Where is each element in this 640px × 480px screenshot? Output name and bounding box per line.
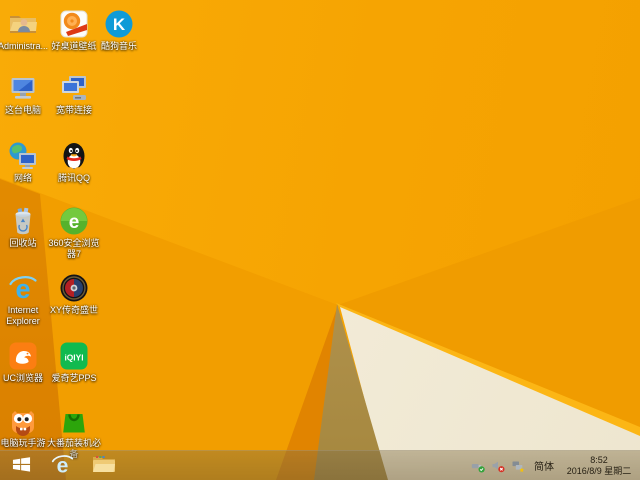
kugou-letter: K bbox=[113, 15, 126, 34]
desktop-icon-iqiyi-pps[interactable]: iQIYI 爱奇艺PPS bbox=[47, 340, 101, 384]
desktop-icon-broadband-connection[interactable]: 宽带连接 bbox=[47, 72, 101, 116]
uc-browser-icon bbox=[7, 340, 39, 372]
kugou-music-icon: K bbox=[103, 8, 135, 40]
icon-label: XY传奇盛世 bbox=[49, 305, 98, 315]
desktop-icon-administrator-folder[interactable]: Administra... bbox=[0, 8, 50, 52]
desktop-icon-360-browser[interactable]: e 360安全浏览器7 bbox=[47, 205, 101, 260]
clock-date: 2016/8/9 星期二 bbox=[566, 465, 632, 476]
icon-label: UC浏览器 bbox=[3, 373, 43, 383]
desktop-icon-uc-browser[interactable]: UC浏览器 bbox=[0, 340, 50, 384]
desktop-icon-tencent-qq[interactable]: 腾讯QQ bbox=[47, 140, 101, 184]
usb-safely-remove-icon[interactable] bbox=[471, 459, 485, 473]
wallpaper-app-icon bbox=[58, 8, 90, 40]
broadband-connection-icon bbox=[58, 72, 90, 104]
icon-label: 爱奇艺PPS bbox=[51, 373, 97, 383]
network-globe-icon bbox=[7, 140, 39, 172]
icon-label: 腾讯QQ bbox=[57, 173, 90, 183]
shopping-bag-icon bbox=[58, 405, 90, 437]
360-letter: e bbox=[69, 212, 80, 233]
360-browser-icon: e bbox=[58, 205, 90, 237]
icon-label: 酷狗音乐 bbox=[100, 41, 137, 51]
monster-face-icon bbox=[7, 405, 39, 437]
desktop-icon-network[interactable]: 网络 bbox=[0, 140, 50, 184]
icon-label: 回收站 bbox=[9, 238, 37, 248]
desktop-icon-this-pc[interactable]: 这台电脑 bbox=[0, 72, 50, 116]
desktop-screen: Administra... 好桌道壁纸 K 酷狗音乐 这台电脑 宽带连接 网络 bbox=[0, 0, 640, 480]
icon-label: 电脑玩手游 bbox=[0, 438, 46, 448]
icon-label: 好桌道壁纸 bbox=[51, 41, 97, 51]
desktop-icon-xy-legend-game[interactable]: XY传奇盛世 bbox=[47, 272, 101, 316]
desktop-icon-kugou-music[interactable]: K 酷狗音乐 bbox=[92, 8, 146, 52]
recycle-bin-icon bbox=[7, 205, 39, 237]
xy-game-icon bbox=[58, 272, 90, 304]
clock[interactable]: 8:52 2016/8/9 星期二 bbox=[563, 455, 635, 476]
qq-penguin-icon bbox=[58, 140, 90, 172]
volume-muted-icon[interactable] bbox=[491, 459, 505, 473]
internet-explorer-icon: e bbox=[50, 452, 75, 480]
computer-icon bbox=[7, 72, 39, 104]
taskbar-internet-explorer-button[interactable]: e bbox=[47, 451, 77, 480]
clock-time: 8:52 bbox=[590, 455, 608, 465]
icon-label: 网络 bbox=[13, 173, 32, 183]
icon-label: 这台电脑 bbox=[4, 105, 41, 115]
desktop-icon-pc-mobile-games[interactable]: 电脑玩手游 bbox=[0, 405, 50, 449]
taskbar-file-explorer-button[interactable] bbox=[89, 451, 119, 480]
icon-label: 宽带连接 bbox=[55, 105, 92, 115]
desktop-icon-internet-explorer[interactable]: e Internet Explorer bbox=[0, 272, 50, 327]
iqiyi-wordmark: iQIYI bbox=[64, 353, 83, 363]
windows-logo-icon bbox=[12, 456, 31, 476]
taskbar: e 简体 8:52 2016/8/9 星期二 bbox=[0, 450, 640, 480]
icon-label: Administra... bbox=[0, 41, 48, 51]
internet-explorer-icon: e bbox=[7, 272, 39, 304]
start-button[interactable] bbox=[9, 451, 33, 480]
network-warning-icon[interactable] bbox=[511, 459, 525, 473]
system-tray: 简体 8:52 2016/8/9 星期二 bbox=[471, 455, 640, 476]
desktop-icon-recycle-bin[interactable]: 回收站 bbox=[0, 205, 50, 249]
icon-label: 360安全浏览器7 bbox=[48, 238, 100, 259]
icon-label: Internet Explorer bbox=[6, 305, 40, 326]
ime-language-indicator[interactable]: 简体 bbox=[531, 458, 557, 473]
user-folder-icon bbox=[7, 8, 39, 40]
file-explorer-folder-icon bbox=[92, 453, 116, 478]
iqiyi-icon: iQIYI bbox=[58, 340, 90, 372]
